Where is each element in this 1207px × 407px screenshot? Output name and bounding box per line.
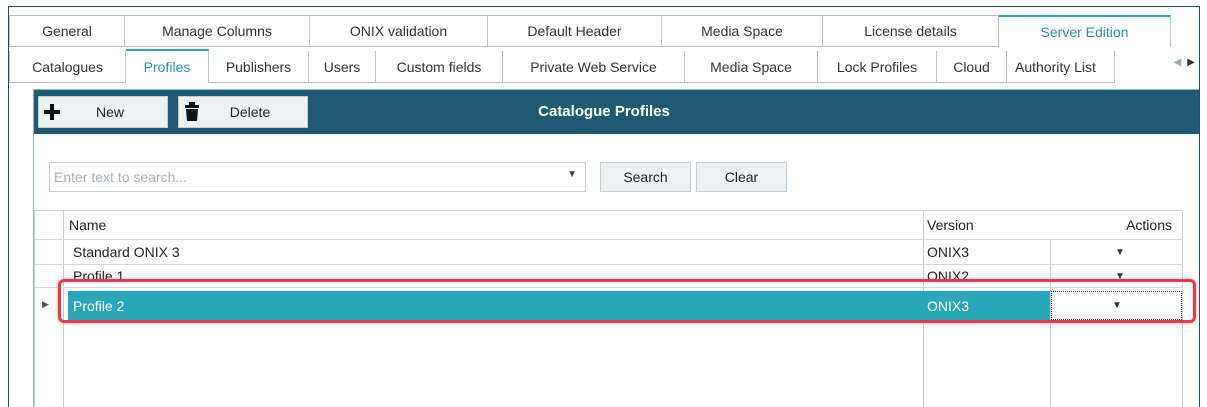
table-row-name[interactable]: Profile 2	[73, 291, 124, 320]
actions-dropdown-icon[interactable]: ▼	[1050, 247, 1190, 258]
actions-dropdown-icon[interactable]: ▼	[1050, 271, 1190, 282]
clear-button[interactable]: Clear	[696, 162, 787, 192]
tab-authority-list[interactable]: Authority List	[1007, 51, 1115, 83]
scroll-left-icon[interactable]: ◀	[1174, 57, 1182, 68]
column-header-version[interactable]: Version	[927, 211, 974, 239]
tab-media-space-top[interactable]: Media Space	[662, 15, 823, 47]
tab-onix-validation[interactable]: ONIX validation	[310, 15, 488, 47]
table-row-version[interactable]: ONIX2	[927, 264, 969, 287]
tab-catalogues[interactable]: Catalogues	[9, 51, 126, 83]
new-button[interactable]: New	[38, 96, 168, 128]
tab-scroll-arrows: ◀ ▶	[1174, 57, 1195, 68]
search-input[interactable]	[50, 163, 560, 191]
catalogue-profiles-panel: New Delete Catalogue Profiles ▼ Search C…	[33, 89, 1199, 407]
table-row-name[interactable]: Standard ONIX 3	[73, 239, 180, 264]
selected-row-highlight[interactable]	[68, 291, 1050, 320]
trash-icon	[179, 102, 205, 122]
table-row-version[interactable]: ONIX3	[927, 239, 969, 264]
tab-cloud[interactable]: Cloud	[937, 51, 1007, 83]
search-button[interactable]: Search	[600, 162, 691, 192]
panel-title: Catalogue Profiles	[538, 103, 670, 120]
delete-button[interactable]: Delete	[178, 96, 308, 128]
new-button-label: New	[95, 104, 124, 120]
table-row-version[interactable]: ONIX3	[927, 291, 969, 320]
search-combobox[interactable]: ▼	[49, 162, 586, 192]
tab-custom-fields[interactable]: Custom fields	[376, 51, 503, 83]
actions-dropdown-icon[interactable]: ▼	[1047, 300, 1187, 311]
tab-manage-columns[interactable]: Manage Columns	[125, 15, 310, 47]
table-row-name[interactable]: Profile 1	[73, 264, 124, 287]
column-header-name[interactable]: Name	[69, 211, 107, 239]
settings-window: General Manage Columns ONIX validation D…	[8, 6, 1200, 407]
tab-lock-profiles[interactable]: Lock Profiles	[818, 51, 937, 83]
profiles-grid: Name Version Actions Standard ONIX 3 ONI…	[34, 210, 1183, 407]
tab-default-header[interactable]: Default Header	[488, 15, 662, 47]
tab-server-edition[interactable]: Server Edition	[999, 15, 1171, 47]
tab-publishers[interactable]: Publishers	[209, 51, 309, 83]
column-header-actions: Actions	[1050, 211, 1182, 239]
panel-toolbar: New Delete Catalogue Profiles	[34, 90, 1199, 134]
tab-users[interactable]: Users	[309, 51, 376, 83]
tab-license-details[interactable]: License details	[823, 15, 999, 47]
delete-button-label: Delete	[229, 104, 271, 120]
tab-general[interactable]: General	[9, 15, 125, 47]
plus-icon	[39, 103, 65, 121]
tab-profiles[interactable]: Profiles	[126, 49, 209, 83]
chevron-down-icon[interactable]: ▼	[567, 169, 577, 180]
tab-media-space[interactable]: Media Space	[685, 51, 818, 83]
main-tab-bar: General Manage Columns ONIX validation D…	[9, 15, 1171, 47]
tab-private-web-service[interactable]: Private Web Service	[503, 51, 685, 83]
row-indicator-icon: ▶	[42, 299, 49, 309]
scroll-right-icon[interactable]: ▶	[1187, 57, 1195, 68]
sub-tab-bar: Catalogues Profiles Publishers Users Cus…	[9, 49, 1115, 83]
